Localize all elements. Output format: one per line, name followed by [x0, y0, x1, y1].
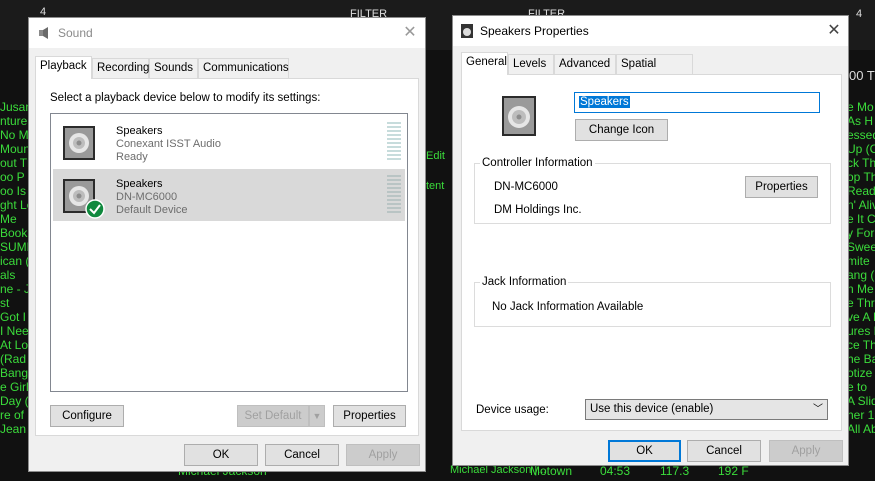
sound-cancel-button[interactable]: Cancel	[265, 444, 339, 466]
bg-tracklist-middle: Edit tent	[426, 150, 445, 192]
playback-device-list[interactable]: Speakers Conexant ISST Audio Ready Speak…	[50, 113, 408, 392]
device-driver: Conexant ISST Audio	[116, 138, 221, 150]
properties-cancel-button[interactable]: Cancel	[687, 440, 761, 462]
sound-dialog-titlebar[interactable]: Sound ✕	[29, 18, 425, 48]
bg-tracklist-right: e MoAs HessedUp (Cck Theop ThReadyn' Ali…	[847, 100, 875, 436]
device-status: Default Device	[116, 204, 188, 216]
properties-apply-button[interactable]: Apply	[769, 440, 843, 462]
controller-properties-button[interactable]: Properties	[745, 176, 818, 198]
speakers-properties-dialog: Speakers Properties ✕ General Levels Adv…	[452, 15, 849, 466]
device-name: Speakers	[116, 125, 163, 137]
device-usage-select[interactable]: Use this device (enable) ﹀	[585, 399, 828, 420]
playback-instruction: Select a playback device below to modify…	[50, 92, 321, 104]
tab-spatial-sound[interactable]: Spatial sound	[616, 54, 693, 89]
device-row[interactable]: Speakers Conexant ISST Audio Ready	[53, 116, 405, 168]
bg-deck-number-right: 4	[856, 8, 863, 20]
device-driver: DN-MC6000	[116, 191, 178, 203]
jack-info-text: No Jack Information Available	[492, 301, 644, 313]
chevron-down-icon: ﹀	[813, 404, 823, 415]
properties-ok-button[interactable]: OK	[608, 440, 681, 462]
tab-playback[interactable]: Playback	[35, 56, 92, 79]
controller-info-legend: Controller Information	[480, 157, 595, 169]
jack-info-legend: Jack Information	[480, 276, 569, 288]
device-name-input[interactable]: Speakers	[574, 92, 820, 113]
device-row-selected[interactable]: Speakers DN-MC6000 Default Device	[53, 169, 405, 221]
set-default-button[interactable]: Set Default	[237, 405, 309, 427]
properties-tabbar: General Levels Advanced Spatial sound	[461, 52, 841, 89]
tab-general[interactable]: General	[461, 52, 508, 75]
sound-dialog-title: Sound	[58, 26, 93, 40]
sound-tabbar: Playback Recording Sounds Communications	[35, 56, 415, 79]
sound-dialog: Sound ✕ Playback Recording Sounds Commun…	[28, 17, 426, 472]
properties-close-button[interactable]: ✕	[823, 20, 845, 42]
sound-ok-button[interactable]: OK	[184, 444, 258, 466]
device-name: Speakers	[116, 178, 163, 190]
controller-manufacturer: DM Holdings Inc.	[494, 204, 582, 216]
tab-communications[interactable]: Communications	[198, 58, 289, 78]
change-icon-button[interactable]: Change Icon	[575, 119, 668, 141]
tab-advanced[interactable]: Advanced	[554, 54, 616, 74]
device-status: Ready	[116, 151, 148, 163]
properties-titlebar[interactable]: Speakers Properties ✕	[453, 16, 848, 46]
speaker-icon	[39, 27, 48, 39]
level-meter	[387, 175, 401, 215]
sound-apply-button[interactable]: Apply	[346, 444, 420, 466]
controller-name: DN-MC6000	[494, 181, 558, 193]
speaker-device-icon	[502, 96, 536, 136]
bg-bpm-readout: 00 T	[849, 68, 875, 83]
default-check-icon	[85, 199, 105, 219]
device-usage-label: Device usage:	[476, 404, 549, 416]
properties-button[interactable]: Properties	[333, 405, 406, 427]
playback-panel: Select a playback device below to modify…	[35, 78, 419, 436]
speaker-device-icon	[63, 126, 95, 160]
level-meter	[387, 122, 401, 162]
bg-tracklist-left: JusanntureNo MMountaout Thoo Poo Isght L…	[0, 100, 28, 436]
general-panel: Speakers Change Icon Controller Informat…	[461, 74, 842, 431]
sound-close-button[interactable]: ✕	[399, 22, 421, 44]
set-default-dropdown[interactable]: ▼	[309, 405, 325, 427]
tab-sounds[interactable]: Sounds	[149, 58, 198, 78]
tab-levels[interactable]: Levels	[508, 54, 554, 74]
properties-title: Speakers Properties	[480, 24, 589, 38]
speaker-icon	[461, 24, 473, 38]
tab-recording[interactable]: Recording	[92, 58, 149, 78]
configure-button[interactable]: Configure	[50, 405, 124, 427]
